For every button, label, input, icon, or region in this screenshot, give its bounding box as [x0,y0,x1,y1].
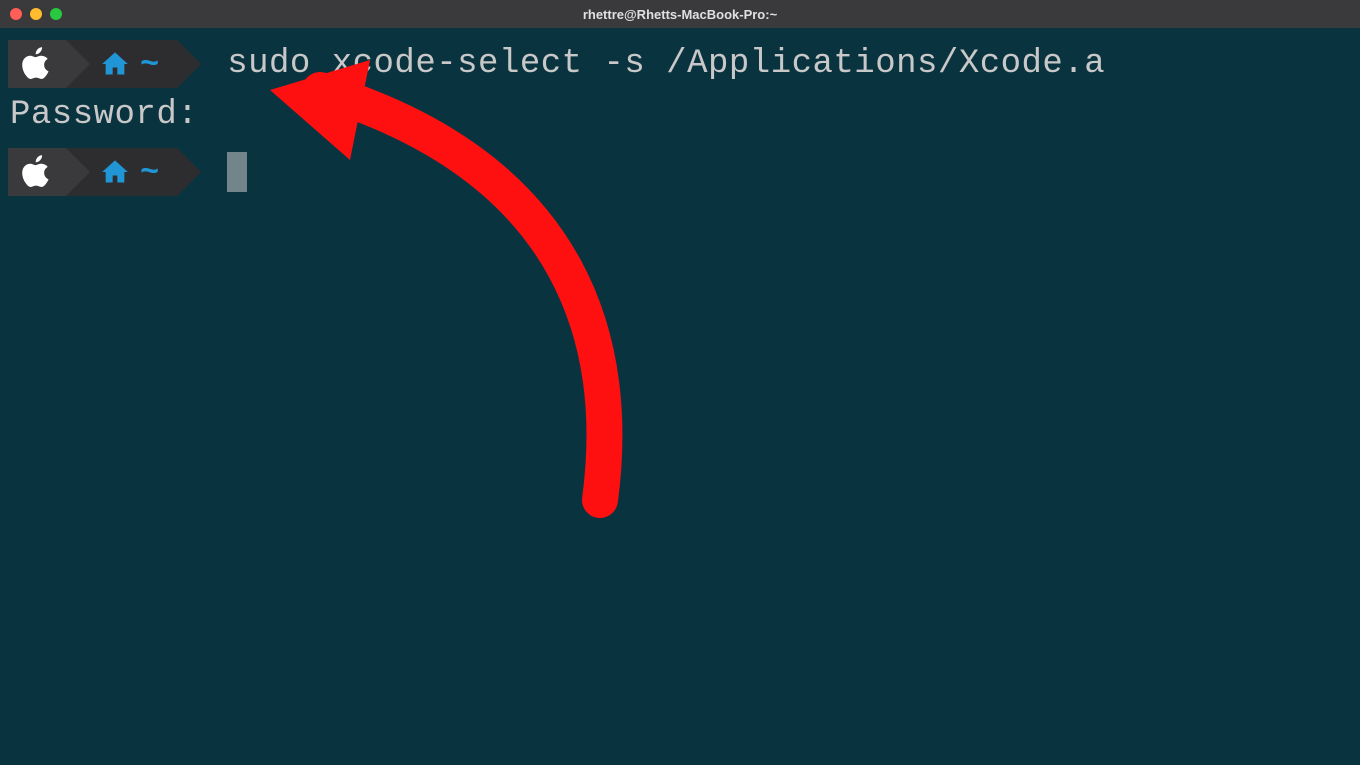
command-text: sudo xcode-select -s /Applications/Xcode… [227,45,1105,83]
traffic-lights [10,8,62,20]
apple-logo-icon [22,47,52,81]
apple-logo-icon [22,155,52,189]
prompt-os-segment [8,40,66,88]
minimize-button[interactable] [30,8,42,20]
prompt-line-2: ~ [8,144,1360,200]
home-icon [100,158,130,186]
home-icon [100,50,130,78]
window-titlebar: rhettre@Rhetts-MacBook-Pro:~ [0,0,1360,28]
window-title: rhettre@Rhetts-MacBook-Pro:~ [583,7,777,22]
prompt-os-segment [8,148,66,196]
terminal-cursor [227,152,247,192]
prompt-line-1: ~ sudo xcode-select -s /Applications/Xco… [8,36,1360,92]
password-prompt: Password: [8,96,1360,134]
prompt-tilde: ~ [140,154,159,191]
prompt-tilde: ~ [140,46,159,83]
terminal-content[interactable]: ~ sudo xcode-select -s /Applications/Xco… [0,28,1360,200]
close-button[interactable] [10,8,22,20]
maximize-button[interactable] [50,8,62,20]
